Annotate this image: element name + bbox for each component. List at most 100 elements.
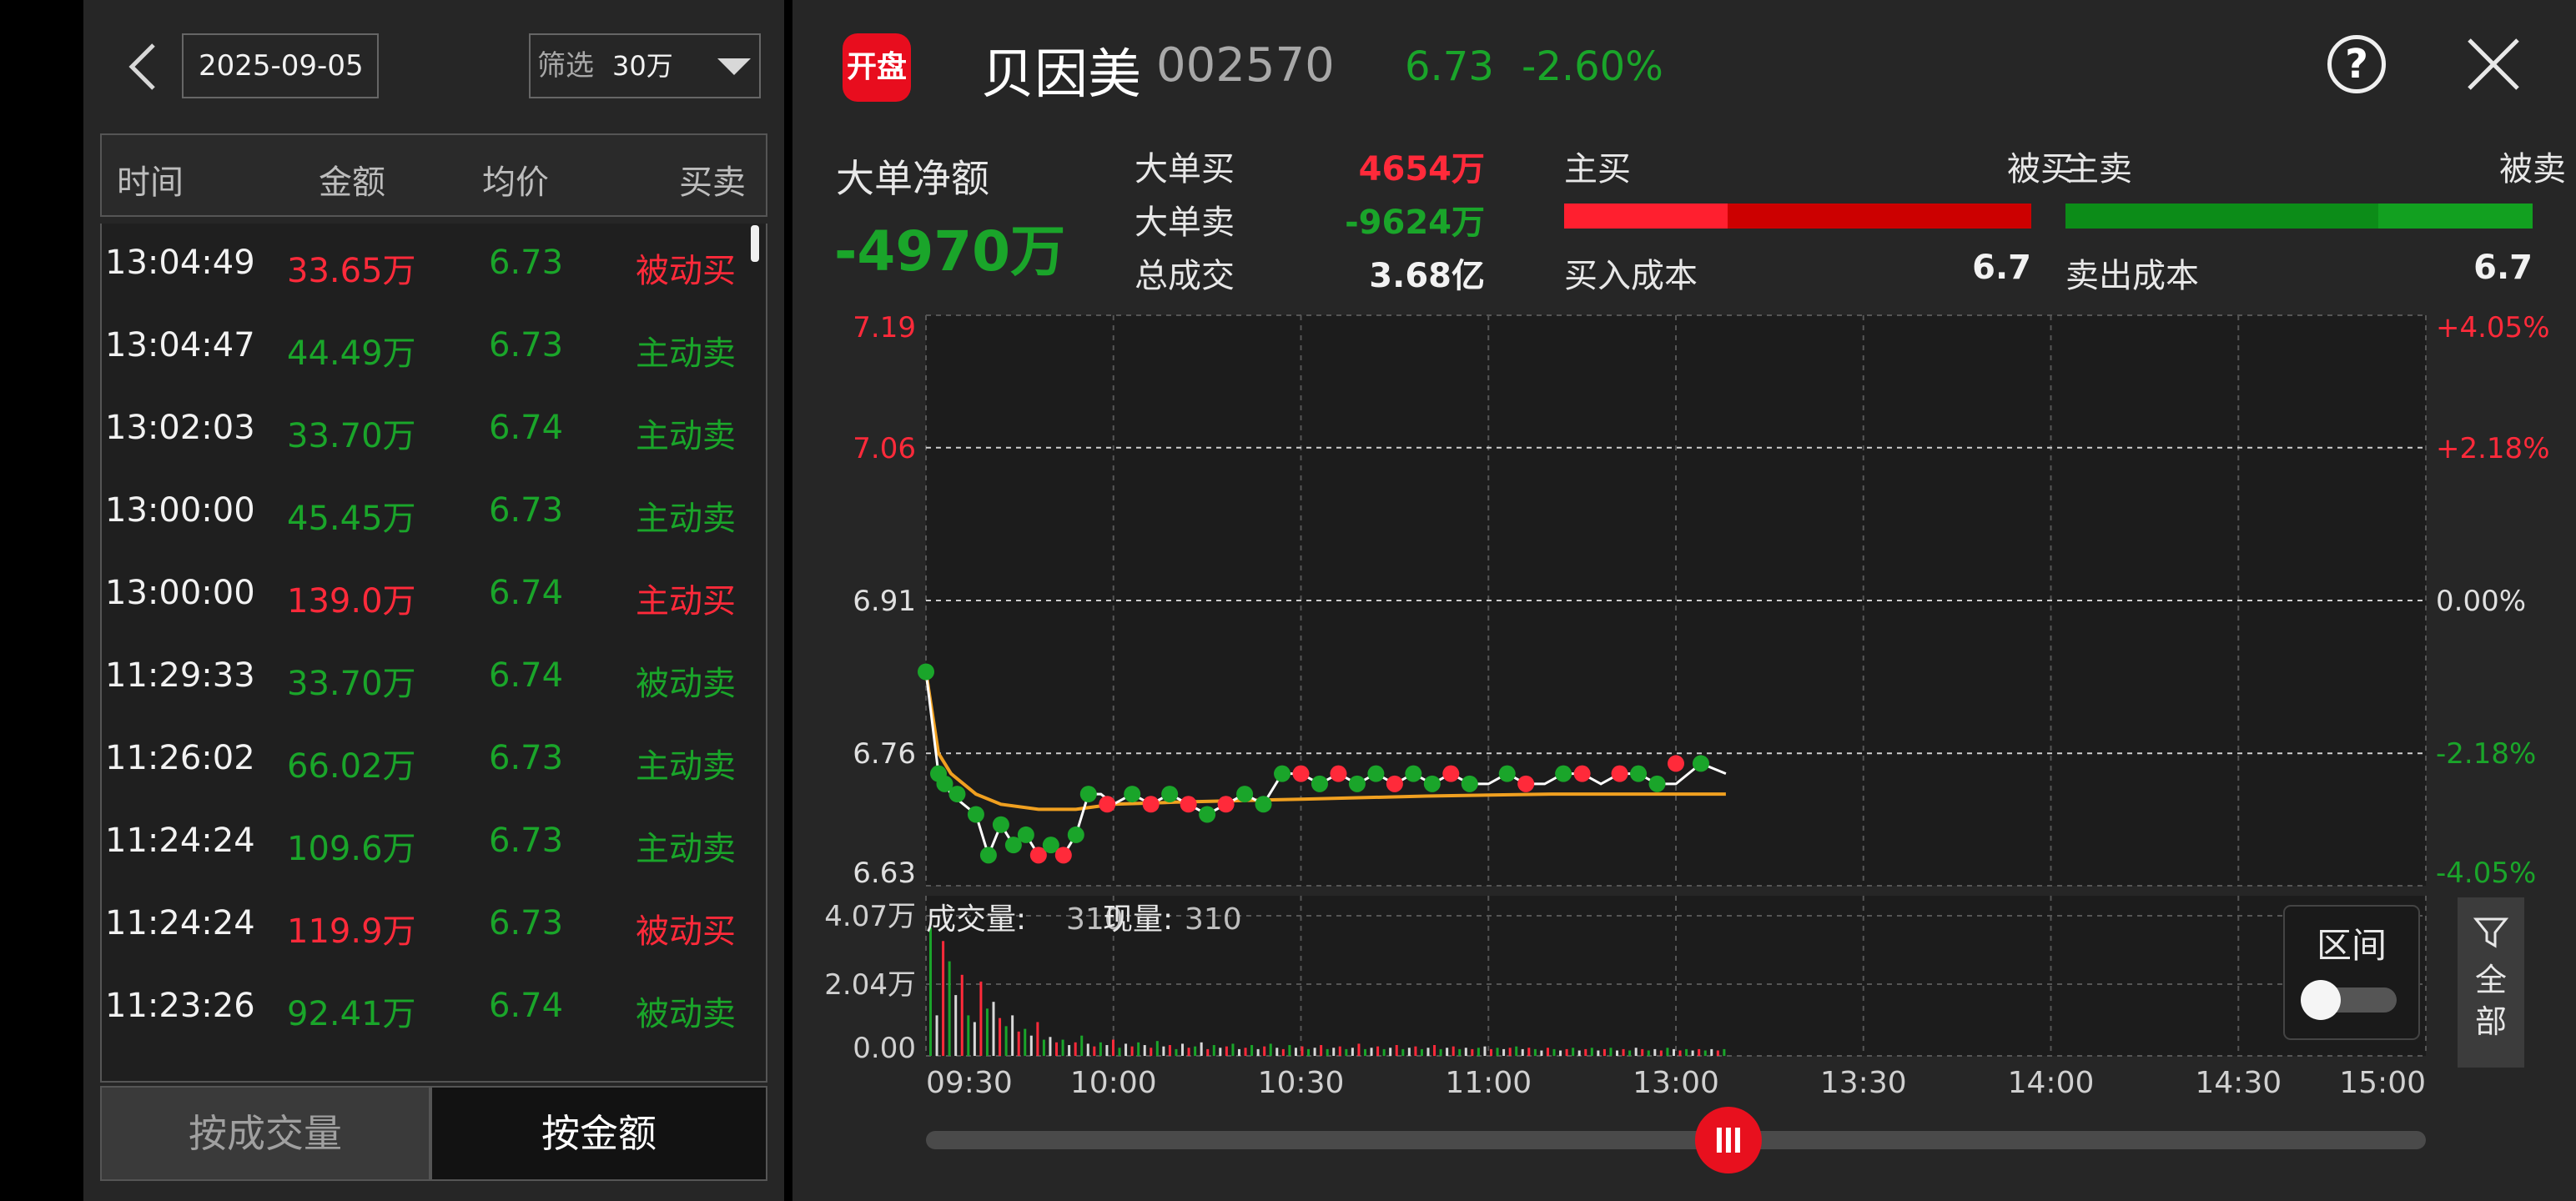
volume-bar (1042, 1039, 1045, 1056)
volume-bar (992, 1002, 995, 1056)
trade-row[interactable]: 11:24:24 119.9万 6.73 被动买 (102, 884, 752, 967)
trade-price: 6.73 (489, 244, 564, 282)
trade-row[interactable]: 11:23:26 92.41万 6.74 被动卖 (102, 967, 752, 1049)
volume-bar (1559, 1050, 1562, 1056)
trade-time: 11:24:24 (105, 904, 255, 942)
trade-row[interactable]: 13:00:00 139.0万 6.74 主动买 (102, 554, 752, 636)
trade-time: 11:24:24 (105, 822, 255, 860)
volume-bar (1332, 1048, 1336, 1056)
volume-bar (1483, 1046, 1487, 1056)
trade-marker (1255, 796, 1272, 813)
volume-axis-labels: 4.07万 2.04万 0.00 (824, 900, 916, 1065)
trade-marker (1274, 765, 1291, 782)
trade-marker (1692, 755, 1709, 772)
trade-amount: 109.6万 (287, 830, 416, 868)
percent-axis-labels: +4.05% +2.18% 0.00% -2.18% -4.05% (2436, 311, 2550, 890)
filter-label: 筛选 (537, 49, 594, 83)
trade-side: 主动卖 (636, 334, 736, 373)
volume-bar (1004, 1026, 1008, 1056)
trade-marker (979, 847, 997, 864)
trade-row[interactable]: 13:04:49 33.65万 6.73 被动买 (102, 224, 752, 306)
trade-row[interactable]: 11:29:33 33.70万 6.74 被动卖 (102, 636, 752, 719)
trade-list[interactable]: 13:04:49 33.65万 6.73 被动买 13:04:47 44.49万 6.73 主… (100, 224, 767, 1083)
time-slider-handle[interactable] (1694, 1107, 1762, 1173)
price-tick-label: 6.91 (853, 585, 916, 618)
volume-bar (1288, 1045, 1291, 1056)
trade-marker (1517, 775, 1535, 792)
trade-marker (1573, 765, 1591, 782)
volume-bar (1678, 1050, 1682, 1056)
price-tick-label: 6.63 (853, 857, 916, 890)
trade-price: 6.73 (489, 491, 564, 530)
time-axis-labels: 09:30 10:00 10:30 11:00 13:00 13:30 14:00 14:30… (926, 1066, 2426, 1100)
by-amount-button[interactable]: 按金额 (430, 1086, 767, 1181)
trade-amount: 33.70万 (287, 665, 416, 703)
trade-marker (1611, 765, 1628, 782)
volume-bar (1212, 1045, 1215, 1056)
volume-bar (1414, 1046, 1417, 1056)
filter-dropdown[interactable]: 筛选 30万 (529, 33, 761, 98)
trade-marker (1386, 775, 1403, 792)
volume-bar (1326, 1048, 1329, 1056)
table-header: 时间 金额 均价 买卖 (100, 133, 767, 217)
trade-price: 6.73 (489, 326, 564, 364)
scrollbar-thumb[interactable] (751, 225, 759, 262)
volume-bar (1124, 1043, 1128, 1056)
range-toggle-knob[interactable] (2301, 980, 2341, 1020)
volume-bar (1168, 1045, 1171, 1056)
volume-bar (1307, 1048, 1311, 1056)
filter-all-button[interactable]: 全 部 (2458, 897, 2524, 1068)
price-tick-label: 7.06 (853, 432, 916, 465)
trade-marker (1079, 786, 1097, 803)
trade-marker (1142, 796, 1160, 813)
trade-marker (1161, 786, 1179, 803)
volume-bar (1225, 1046, 1228, 1056)
grip-icon (1716, 1128, 1740, 1153)
volume-bar (1313, 1048, 1316, 1056)
time-tick-label: 11:00 (1445, 1066, 1532, 1100)
trade-amount: 45.45万 (287, 500, 416, 538)
by-volume-button[interactable]: 按成交量 (100, 1086, 430, 1181)
trade-marker (1330, 765, 1347, 782)
volume-bar (1597, 1050, 1600, 1056)
trade-time: 13:02:03 (105, 409, 255, 447)
chevron-left-icon[interactable] (118, 33, 169, 100)
trade-price: 6.73 (489, 904, 564, 942)
volume-bar (1049, 1037, 1052, 1056)
percent-tick-label: -4.05% (2436, 857, 2536, 890)
trade-marker (1668, 755, 1684, 772)
trade-row[interactable]: 11:26:02 66.02万 6.73 主动卖 (102, 719, 752, 802)
volume-bar (1068, 1045, 1071, 1056)
volume-bar (1269, 1043, 1272, 1056)
range-panel[interactable]: 区间 (2283, 905, 2420, 1040)
trade-row[interactable]: 11:24:24 109.6万 6.73 主动卖 (102, 802, 752, 884)
trade-row[interactable]: 13:04:47 44.49万 6.73 主动卖 (102, 306, 752, 389)
trade-price: 6.74 (489, 656, 564, 695)
trade-side: 主动卖 (636, 500, 736, 538)
volume-bar (1357, 1043, 1361, 1056)
trade-marker (1236, 786, 1254, 803)
volume-bar (1080, 1035, 1084, 1056)
volume-bar (942, 941, 945, 1056)
volume-bar (1446, 1048, 1449, 1056)
volume-bar (1490, 1048, 1493, 1056)
volume-bar (1250, 1045, 1254, 1056)
time-slider-track[interactable] (926, 1131, 2426, 1149)
volume-bar (1647, 1050, 1650, 1056)
volume-bar (1256, 1048, 1260, 1056)
date-picker[interactable]: 2025-09-05 (182, 33, 379, 98)
trade-row[interactable]: 13:00:00 45.45万 6.73 主动卖 (102, 471, 752, 554)
volume-tick-label: 2.04万 (824, 968, 916, 1002)
volume-bar (1521, 1048, 1524, 1056)
volume-bar (1011, 1015, 1014, 1056)
trade-row[interactable]: 13:02:03 33.70万 6.74 主动卖 (102, 389, 752, 471)
filter-all-label-1: 全 (2475, 962, 2507, 998)
trade-side: 主动卖 (636, 747, 736, 786)
volume-bar (1206, 1048, 1210, 1056)
trade-marker (1348, 775, 1366, 792)
volume-bar (1703, 1050, 1707, 1056)
trade-marker (1067, 826, 1084, 843)
intraday-chart[interactable]: 7.19 7.06 6.91 6.76 6.63 +4.05% +2.18% 0.00% -2… (792, 0, 2576, 1201)
trade-marker (1442, 765, 1460, 782)
trade-amount: 66.02万 (287, 747, 416, 786)
